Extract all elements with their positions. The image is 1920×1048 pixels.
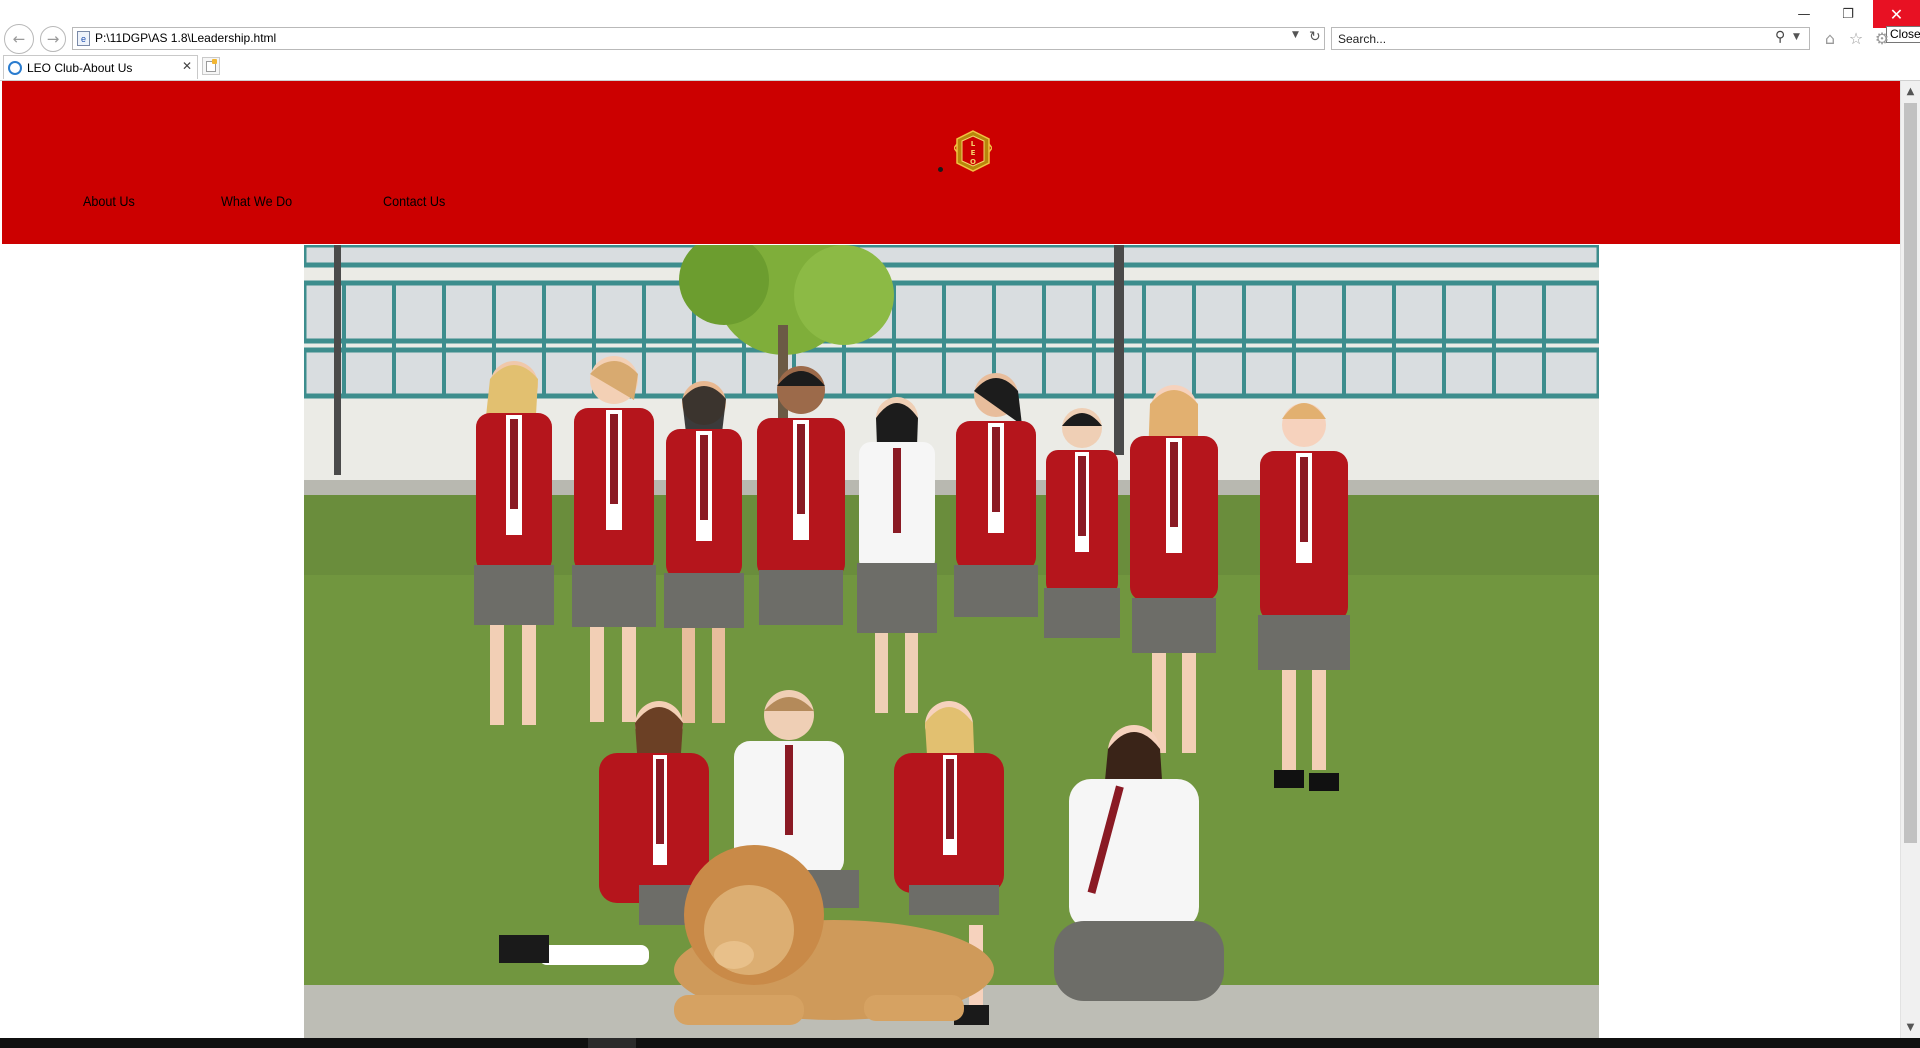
address-text[interactable]: P:\11DGP\AS 1.8\Leadership.html xyxy=(95,31,276,45)
window-close-button[interactable]: ✕ xyxy=(1873,0,1920,28)
tab-leo-club[interactable]: LEO Club-About Us ✕ xyxy=(3,55,198,79)
nav-what-we-do[interactable]: What We Do xyxy=(221,193,292,209)
taskbar-active-app[interactable] xyxy=(588,1038,636,1048)
vertical-scrollbar[interactable]: ▲ ▼ xyxy=(1900,81,1920,1038)
back-button[interactable]: ← xyxy=(4,24,34,54)
search-bar[interactable]: ⚲ ▼ xyxy=(1331,27,1810,50)
forward-button[interactable]: → xyxy=(40,26,66,52)
page-icon: e xyxy=(77,31,90,46)
nav-about-us[interactable]: About Us xyxy=(83,193,135,209)
star-icon[interactable]: ☆ xyxy=(1845,27,1867,49)
refresh-icon[interactable]: ↻ xyxy=(1309,29,1321,45)
nav-contact-us[interactable]: Contact Us xyxy=(383,193,445,209)
close-icon: ✕ xyxy=(1889,4,1904,24)
gear-icon[interactable]: ⚙ xyxy=(1871,27,1893,49)
address-bar[interactable]: e P:\11DGP\AS 1.8\Leadership.html ▼ ↻ xyxy=(72,27,1325,50)
site-nav: About Us What We Do Contact Us xyxy=(2,193,602,217)
browser-chrome: — ❐ ✕ Close ← → e P:\11DGP\AS 1.8\Leader… xyxy=(0,0,1920,80)
scroll-thumb[interactable] xyxy=(1904,103,1917,843)
minimize-button[interactable]: — xyxy=(1782,0,1826,28)
home-icon[interactable]: ⌂ xyxy=(1819,27,1841,49)
new-tab-star-icon xyxy=(212,59,217,64)
search-dropdown-icon[interactable]: ▼ xyxy=(1793,32,1800,42)
forward-arrow-icon: → xyxy=(46,30,60,48)
site-header: L E O About Us What We Do Contact Us xyxy=(2,81,1900,244)
back-arrow-icon: ← xyxy=(12,30,26,48)
scroll-down-icon[interactable]: ▼ xyxy=(1901,1017,1920,1037)
svg-text:E: E xyxy=(971,149,976,157)
search-input[interactable] xyxy=(1338,31,1738,47)
tab-title: LEO Club-About Us xyxy=(27,61,133,75)
address-dropdown-icon[interactable]: ▼ xyxy=(1292,30,1299,40)
group-photo xyxy=(304,245,1599,1038)
bullet-dot xyxy=(938,167,943,172)
search-icon[interactable]: ⚲ xyxy=(1775,29,1785,45)
tab-close-icon[interactable]: ✕ xyxy=(182,59,192,73)
leo-club-logo[interactable]: L E O xyxy=(954,130,992,172)
scroll-up-icon[interactable]: ▲ xyxy=(1901,81,1920,101)
svg-text:O: O xyxy=(970,158,976,166)
new-tab-button[interactable] xyxy=(202,57,220,75)
restore-button[interactable]: ❐ xyxy=(1826,0,1870,28)
svg-text:L: L xyxy=(971,140,976,148)
ie-favicon-icon xyxy=(8,61,22,75)
page-viewport: L E O About Us What We Do Contact Us ▲ ▼ xyxy=(0,80,1920,1038)
taskbar xyxy=(0,1038,1920,1048)
